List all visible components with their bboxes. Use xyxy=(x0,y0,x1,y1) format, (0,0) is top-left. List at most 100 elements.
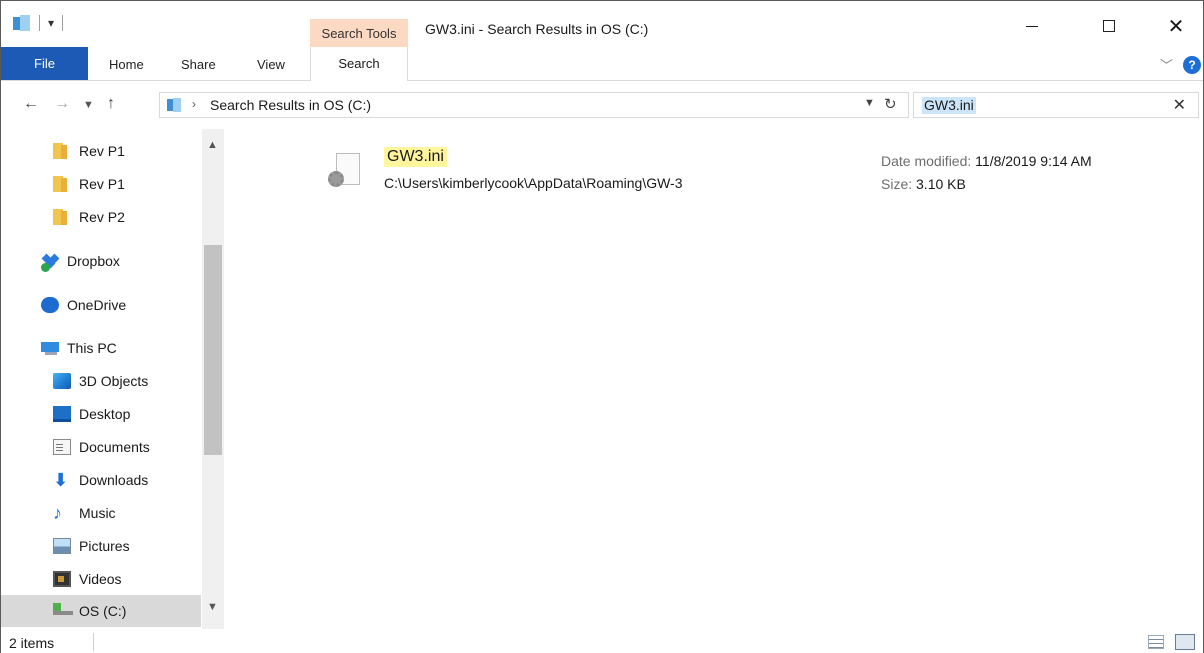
size-label: Size: xyxy=(881,176,913,192)
back-arrow-icon[interactable]: ← xyxy=(23,95,39,113)
forward-arrow-icon[interactable]: → xyxy=(54,95,70,113)
ribbon-controls: ﹀ ? xyxy=(1160,55,1201,74)
nav-item-this-pc[interactable]: This PC xyxy=(41,334,117,362)
search-result-item[interactable]: GW3.ini C:\Users\kimberlycook\AppData\Ro… xyxy=(328,147,1188,207)
nav-item-videos[interactable]: Videos xyxy=(53,565,122,593)
tab-view[interactable]: View xyxy=(257,57,285,72)
size-value: 3.10 KB xyxy=(916,176,966,192)
maximize-button[interactable] xyxy=(1086,15,1132,37)
tab-share[interactable]: Share xyxy=(181,57,216,72)
computer-icon xyxy=(41,340,59,356)
folder-icon xyxy=(53,209,71,225)
pictures-icon xyxy=(53,538,71,554)
nav-item-documents[interactable]: Documents xyxy=(53,433,150,461)
nav-item-label: Rev P1 xyxy=(79,176,125,192)
nav-item-desktop[interactable]: Desktop xyxy=(53,400,130,428)
breadcrumb-path[interactable]: Search Results in OS (C:) xyxy=(210,97,371,113)
search-input[interactable]: GW3.ini ✕ xyxy=(913,92,1199,118)
scroll-down-icon[interactable]: ▼ xyxy=(207,601,218,613)
search-results-icon xyxy=(167,98,181,112)
nav-item-label: OS (C:) xyxy=(79,603,127,619)
search-query[interactable]: GW3.ini xyxy=(922,97,976,114)
details-view-icon[interactable] xyxy=(1148,635,1164,649)
scroll-thumb[interactable] xyxy=(204,245,222,455)
qat-separator xyxy=(62,15,64,31)
nav-item-label: Downloads xyxy=(79,472,149,488)
tab-file[interactable]: File xyxy=(1,47,88,80)
breadcrumb-separator-icon[interactable]: › xyxy=(192,97,196,111)
up-arrow-icon[interactable]: ↑ xyxy=(107,95,115,113)
result-file-name[interactable]: GW3.ini xyxy=(384,147,447,167)
folder-icon xyxy=(53,176,71,192)
quick-access-toolbar: ▾ xyxy=(13,15,64,31)
result-metadata: Date modified: 11/8/2019 9:14 AM Size: 3… xyxy=(881,150,1092,196)
folder-icon xyxy=(53,143,71,159)
3d-objects-icon xyxy=(53,373,71,389)
maximize-icon xyxy=(1103,20,1115,32)
music-icon: ♪ xyxy=(53,503,62,523)
address-bar[interactable]: › Search Results in OS (C:) ▼ ↻ xyxy=(159,92,909,118)
nav-item-label: Music xyxy=(79,505,116,521)
navigation-pane: Rev P1 Rev P1 Rev P2 Dropbox OneDrive Th… xyxy=(1,129,224,629)
close-button[interactable]: ✕ xyxy=(1153,15,1199,38)
large-icons-view-icon[interactable] xyxy=(1175,634,1195,650)
nav-item-os-c[interactable]: OS (C:) xyxy=(1,595,201,627)
result-file-path: C:\Users\kimberlycook\AppData\Roaming\GW… xyxy=(384,175,683,191)
tab-search[interactable]: Search xyxy=(310,47,408,81)
window-title: GW3.ini - Search Results in OS (C:) xyxy=(425,21,649,37)
search-results-pane: GW3.ini C:\Users\kimberlycook\AppData\Ro… xyxy=(224,129,1203,629)
scroll-up-icon[interactable]: ▲ xyxy=(207,139,218,151)
close-icon: ✕ xyxy=(1167,15,1185,38)
videos-icon xyxy=(53,571,71,587)
minimize-button[interactable] xyxy=(1009,15,1055,37)
date-modified-value: 11/8/2019 9:14 AM xyxy=(975,153,1092,169)
status-bar: 2 items xyxy=(1,631,1203,653)
nav-item-label: This PC xyxy=(67,340,117,356)
minimize-icon xyxy=(1026,25,1038,27)
date-modified-label: Date modified: xyxy=(881,153,972,169)
documents-icon xyxy=(53,439,71,455)
address-dropdown-icon[interactable]: ▼ xyxy=(864,97,875,109)
nav-item-dropbox[interactable]: Dropbox xyxy=(41,247,120,275)
settings-file-icon xyxy=(328,153,362,197)
nav-item-music[interactable]: ♪ Music xyxy=(53,499,116,527)
dropbox-icon xyxy=(41,253,60,272)
nav-item-label: Documents xyxy=(79,439,150,455)
recent-locations-icon[interactable]: ▼ xyxy=(83,99,94,111)
customize-qat-icon[interactable]: ▾ xyxy=(48,15,54,31)
qat-separator xyxy=(39,15,40,31)
onedrive-icon xyxy=(41,297,59,313)
help-icon[interactable]: ? xyxy=(1183,55,1201,74)
address-row: ← → ▼ ↑ › Search Results in OS (C:) ▼ ↻ … xyxy=(1,81,1203,129)
title-bar: ▾ Search Tools GW3.ini - Search Results … xyxy=(1,1,1203,47)
nav-item-label: OneDrive xyxy=(67,297,127,313)
desktop-icon xyxy=(53,406,71,422)
nav-item-onedrive[interactable]: OneDrive xyxy=(41,291,126,319)
file-explorer-window: ▾ Search Tools GW3.ini - Search Results … xyxy=(0,0,1204,653)
nav-item-rev-p1[interactable]: Rev P1 xyxy=(53,170,125,198)
expand-ribbon-icon[interactable]: ﹀ xyxy=(1160,55,1173,74)
nav-item-pictures[interactable]: Pictures xyxy=(53,532,130,560)
refresh-icon[interactable]: ↻ xyxy=(884,95,897,113)
file-explorer-icon[interactable] xyxy=(13,15,31,31)
nav-item-label: Rev P2 xyxy=(79,209,125,225)
nav-item-label: 3D Objects xyxy=(79,373,149,389)
search-tools-header: Search Tools xyxy=(310,19,408,47)
status-separator xyxy=(93,633,94,651)
nav-item-label: Rev P1 xyxy=(79,143,125,159)
ribbon-tabs: File Home Share View Search ﹀ ? xyxy=(1,47,1203,81)
nav-item-downloads[interactable]: ⬇ Downloads xyxy=(53,466,148,494)
item-count: 2 items xyxy=(9,635,55,651)
drive-icon xyxy=(53,603,73,619)
downloads-icon: ⬇ xyxy=(53,470,69,490)
nav-item-label: Videos xyxy=(79,571,122,587)
nav-item-label: Dropbox xyxy=(67,253,120,269)
nav-item-label: Desktop xyxy=(79,406,131,422)
nav-item-rev-p2[interactable]: Rev P2 xyxy=(53,203,125,231)
nav-item-rev-p1[interactable]: Rev P1 xyxy=(53,137,125,165)
nav-pane-scrollbar[interactable]: ▲ ▼ xyxy=(202,129,224,629)
clear-search-icon[interactable]: ✕ xyxy=(1173,95,1186,115)
nav-item-label: Pictures xyxy=(79,538,130,554)
nav-item-3d-objects[interactable]: 3D Objects xyxy=(53,367,148,395)
tab-home[interactable]: Home xyxy=(109,57,144,72)
